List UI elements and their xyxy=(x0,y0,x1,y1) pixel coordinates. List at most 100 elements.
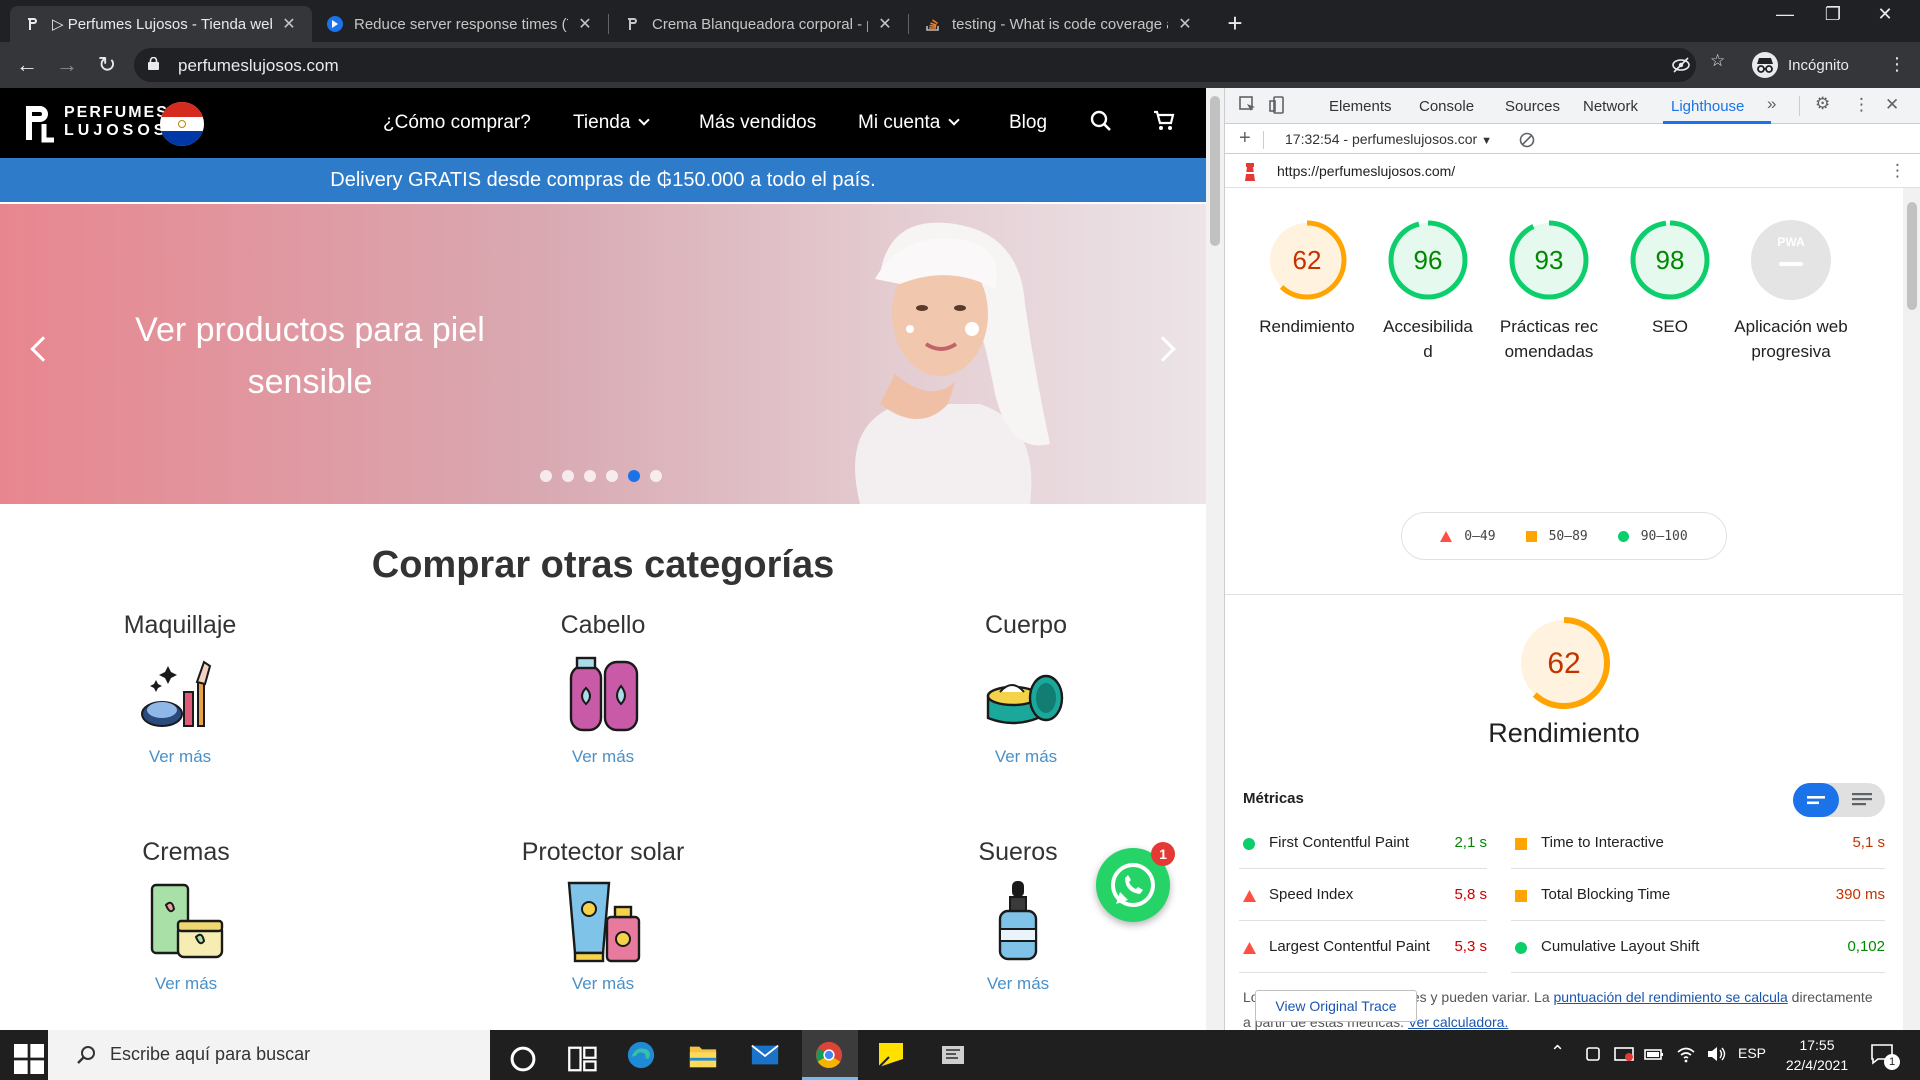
back-arrow-icon[interactable]: ← xyxy=(14,52,40,78)
ver-mas-link[interactable]: Ver más xyxy=(918,974,1118,994)
tab-crema[interactable]: Crema Blanqueadora corporal - p ✕ xyxy=(610,6,908,42)
sticky-notes-icon[interactable] xyxy=(876,1040,906,1070)
slider-prev-arrow-icon[interactable] xyxy=(30,336,56,362)
metric-cumulative-layout-shift[interactable]: Cumulative Layout Shift 0,102 xyxy=(1511,921,1885,973)
report-menu-icon[interactable]: ⋮ xyxy=(1889,161,1906,181)
clear-reports-icon[interactable] xyxy=(1519,132,1535,148)
forward-arrow-icon[interactable]: → xyxy=(54,52,80,78)
close-devtools-icon[interactable]: ✕ xyxy=(1885,95,1899,115)
reload-icon[interactable]: ↻ xyxy=(94,52,120,78)
close-tab-icon[interactable]: ✕ xyxy=(576,14,594,34)
brand-logo-icon[interactable] xyxy=(22,102,56,144)
more-tabs-icon[interactable]: » xyxy=(1767,94,1776,114)
toggle-compact-option[interactable] xyxy=(1793,783,1839,817)
battery-icon[interactable] xyxy=(1644,1045,1664,1063)
close-tab-icon[interactable]: ✕ xyxy=(876,14,894,34)
page-scrollbar[interactable] xyxy=(1206,88,1224,1030)
chrome-menu-icon[interactable]: ⋮ xyxy=(1888,54,1906,75)
close-tab-icon[interactable]: ✕ xyxy=(1176,14,1194,34)
app-icon[interactable] xyxy=(938,1040,968,1070)
wifi-icon[interactable] xyxy=(1676,1045,1696,1063)
menu-blog[interactable]: Blog xyxy=(1009,112,1047,134)
file-explorer-icon[interactable] xyxy=(688,1040,718,1070)
cart-icon[interactable] xyxy=(1153,110,1175,132)
ver-mas-link[interactable]: Ver más xyxy=(503,974,703,994)
report-scrollbar-thumb[interactable] xyxy=(1907,202,1917,310)
settings-gear-icon[interactable]: ⚙ xyxy=(1815,94,1830,114)
device-toolbar-icon[interactable] xyxy=(1269,96,1287,114)
slider-dot[interactable] xyxy=(540,470,552,482)
devtools-tab-console[interactable]: Console xyxy=(1419,98,1474,115)
gauge-accessibility[interactable]: 96 Accesibilidad xyxy=(1368,218,1488,364)
inspect-element-icon[interactable] xyxy=(1239,96,1257,114)
category-cabello[interactable]: Cabello Ver más xyxy=(503,611,703,767)
new-tab-button[interactable]: + xyxy=(1221,8,1249,39)
chrome-icon[interactable] xyxy=(814,1040,844,1070)
task-view-icon[interactable] xyxy=(568,1044,598,1074)
devtools-tab-sources[interactable]: Sources xyxy=(1505,98,1560,115)
report-select[interactable]: 17:32:54 - perfumeslujosos.cor ▼ xyxy=(1285,131,1492,147)
ver-mas-link[interactable]: Ver más xyxy=(80,747,280,767)
mail-icon[interactable] xyxy=(750,1040,780,1070)
devtools-menu-icon[interactable]: ⋮ xyxy=(1853,95,1870,115)
view-original-trace-button[interactable]: View Original Trace xyxy=(1255,990,1417,1022)
tray-expand-icon[interactable]: ⌃ xyxy=(1550,1042,1565,1063)
expanded-view-icon[interactable] xyxy=(1839,783,1885,817)
menu-mi-cuenta[interactable]: Mi cuenta xyxy=(858,112,961,134)
slider-dot[interactable] xyxy=(584,470,596,482)
metric-total-blocking-time[interactable]: Total Blocking Time 390 ms xyxy=(1511,869,1885,921)
slider-next-arrow-icon[interactable] xyxy=(1150,336,1176,362)
address-bar[interactable]: perfumeslujosos.com xyxy=(134,48,1696,82)
search-icon[interactable] xyxy=(1090,110,1112,132)
close-window-button[interactable]: ✕ xyxy=(1862,4,1908,25)
close-tab-icon[interactable]: ✕ xyxy=(280,14,298,34)
metric-speed-index[interactable]: Speed Index 5,8 s xyxy=(1239,869,1487,921)
volume-icon[interactable] xyxy=(1706,1045,1726,1063)
tab-perfumes[interactable]: ▷ Perfumes Lujosos - Tienda web ✕ xyxy=(10,6,312,42)
ver-mas-link[interactable]: Ver más xyxy=(503,747,703,767)
menu-tienda[interactable]: Tienda xyxy=(573,112,651,134)
slider-dot[interactable] xyxy=(650,470,662,482)
report-scrollbar[interactable] xyxy=(1903,188,1920,1030)
metric-largest-contentful-paint[interactable]: Largest Contentful Paint 5,3 s xyxy=(1239,921,1487,973)
bookmark-star-icon[interactable]: ☆ xyxy=(1710,51,1725,71)
calculator-link[interactable]: Ver calculadora. xyxy=(1408,1014,1508,1030)
incognito-profile[interactable]: Incógnito xyxy=(1752,50,1849,80)
metrics-view-toggle[interactable] xyxy=(1793,783,1885,817)
tray-security-icon[interactable] xyxy=(1614,1045,1634,1063)
devtools-tab-lighthouse[interactable]: Lighthouse xyxy=(1671,98,1744,115)
system-clock[interactable]: 17:55 22/4/2021 xyxy=(1772,1035,1862,1075)
menu-mas-vendidos[interactable]: Más vendidos xyxy=(699,112,816,134)
metric-time-to-interactive[interactable]: Time to Interactive 5,1 s xyxy=(1511,817,1885,869)
tab-code-coverage[interactable]: testing - What is code coverage a ✕ xyxy=(910,6,1208,42)
gauge-seo[interactable]: 98 SEO xyxy=(1610,218,1730,339)
devtools-tab-elements[interactable]: Elements xyxy=(1329,98,1392,115)
windows-start-icon[interactable] xyxy=(14,1044,44,1074)
gauge-performance[interactable]: 62 Rendimiento xyxy=(1247,218,1367,339)
cortana-icon[interactable] xyxy=(508,1044,538,1074)
gauge-best-practices[interactable]: 93 Prácticas recomendadas xyxy=(1489,218,1609,364)
taskbar-search-box[interactable]: Escribe aquí para buscar xyxy=(48,1030,490,1080)
category-sueros[interactable]: Sueros Ver más xyxy=(918,838,1118,994)
new-report-icon[interactable]: + xyxy=(1239,127,1251,150)
tray-device-icon[interactable] xyxy=(1584,1045,1602,1063)
eye-slash-icon[interactable] xyxy=(1672,57,1690,78)
language-indicator[interactable]: ESP xyxy=(1738,1045,1766,1061)
page-scrollbar-thumb[interactable] xyxy=(1210,96,1220,246)
report-url[interactable]: https://perfumeslujosos.com/ xyxy=(1277,163,1455,179)
menu-como-comprar[interactable]: ¿Cómo comprar? xyxy=(383,112,531,134)
tab-server-response[interactable]: Reduce server response times (T ✕ xyxy=(312,6,608,42)
slider-dot[interactable] xyxy=(562,470,574,482)
score-calc-link[interactable]: puntuación del rendimiento se calcula xyxy=(1554,989,1788,1005)
category-cremas[interactable]: Cremas Ver más xyxy=(86,838,286,994)
minimize-button[interactable]: — xyxy=(1762,4,1808,25)
category-cuerpo[interactable]: Cuerpo Ver más xyxy=(926,611,1126,767)
metric-first-contentful-paint[interactable]: First Contentful Paint 2,1 s xyxy=(1239,817,1487,869)
category-maquillaje[interactable]: Maquillaje Ver más xyxy=(80,611,280,767)
slider-dot[interactable] xyxy=(606,470,618,482)
devtools-tab-network[interactable]: Network xyxy=(1583,98,1638,115)
ver-mas-link[interactable]: Ver más xyxy=(86,974,286,994)
edge-browser-icon[interactable] xyxy=(626,1040,656,1070)
hero-text[interactable]: Ver productos para piel sensible xyxy=(110,304,510,408)
gauge-pwa[interactable]: PWA Aplicación web progresiva xyxy=(1731,218,1851,364)
